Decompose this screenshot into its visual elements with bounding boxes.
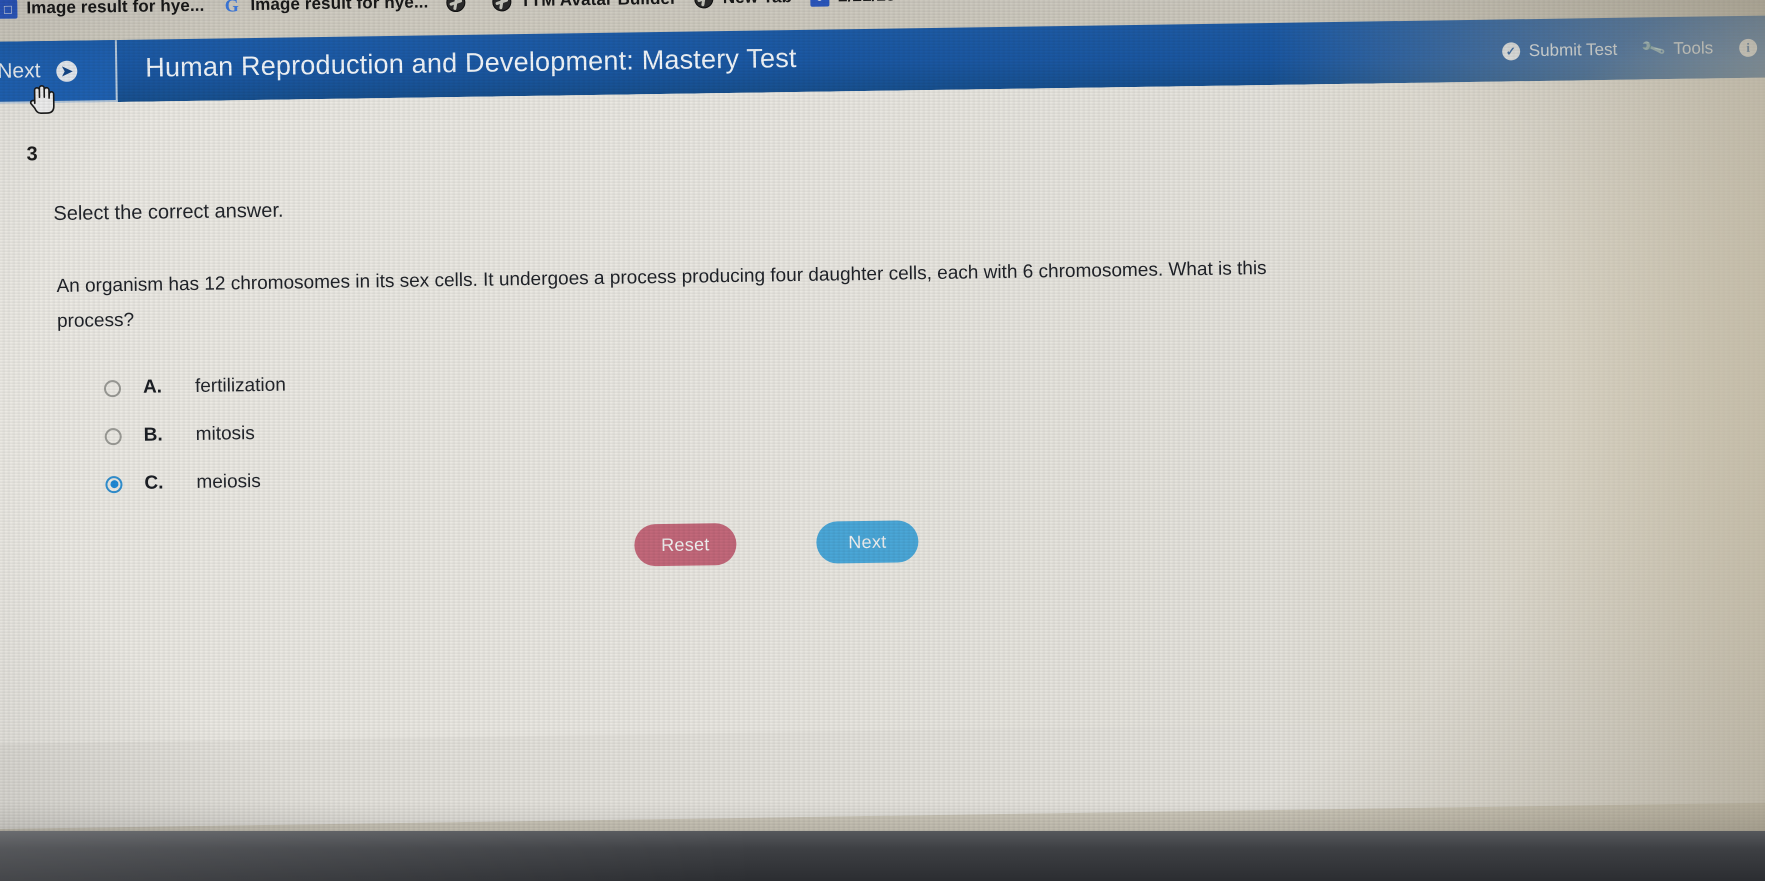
browser-tab-3[interactable]: TTM Avatar Builder xyxy=(488,0,691,22)
screen-contents: □ Image result for hye... G Image result… xyxy=(0,0,1765,829)
browser-tab-2[interactable] xyxy=(442,0,489,22)
info-circle-icon: i xyxy=(1739,38,1758,57)
answer-letter: C. xyxy=(144,472,164,494)
browser-tab-label: New Tab xyxy=(723,0,793,8)
answer-text: meiosis xyxy=(196,470,261,493)
question-actions: Reset Next xyxy=(634,520,919,567)
arrow-right-circle-icon: ➤ xyxy=(56,60,78,82)
google-g-icon: G xyxy=(224,0,240,15)
header-next-button[interactable]: Next ➤ xyxy=(0,40,118,104)
bezel-sheen xyxy=(0,831,760,881)
question-instruction: Select the correct answer. xyxy=(53,199,284,226)
browser-tab-label: Image result for hye... xyxy=(250,0,429,15)
answer-choice-c[interactable]: C. meiosis xyxy=(105,458,288,509)
radio-button-a[interactable] xyxy=(103,379,122,397)
tools-button[interactable]: 🔧 Tools xyxy=(1640,36,1714,62)
monitor-bezel xyxy=(0,831,1765,881)
browser-tab-5[interactable]: ● 2/21/23 xyxy=(806,0,910,17)
answer-letter: A. xyxy=(142,376,163,398)
answer-choices: A. fertilization B. mitosis C. meiosis xyxy=(103,362,288,509)
answer-text: fertilization xyxy=(194,374,286,397)
reset-button[interactable]: Reset xyxy=(634,522,737,567)
monitor-photo: □ Image result for hye... G Image result… xyxy=(0,0,1765,881)
browser-tab-label: Image result for hye... xyxy=(26,0,205,18)
radio-button-b[interactable] xyxy=(104,427,122,445)
globe-icon xyxy=(694,0,714,8)
test-content-area: 3 Select the correct answer. An organism… xyxy=(0,77,1765,829)
browser-tab-4[interactable]: New Tab xyxy=(690,0,806,19)
document-icon: ● xyxy=(809,0,830,7)
browser-tab-0[interactable]: □ Image result for hye... xyxy=(0,0,219,29)
globe-icon xyxy=(492,0,512,11)
generic-page-icon: □ xyxy=(0,0,18,19)
submit-test-label: Submit Test xyxy=(1528,39,1618,61)
info-button[interactable]: i xyxy=(1739,38,1758,57)
answer-letter: B. xyxy=(143,424,163,446)
tools-label: Tools xyxy=(1673,38,1714,58)
submit-test-button[interactable]: ✓ Submit Test xyxy=(1501,39,1618,62)
browser-tab-1[interactable]: G Image result for hye... xyxy=(218,0,443,26)
header-next-label: Next xyxy=(0,59,41,83)
globe-icon xyxy=(446,0,466,12)
header-actions: ✓ Submit Test 🔧 Tools i xyxy=(1501,36,1758,62)
check-circle-icon: ✓ xyxy=(1501,42,1520,61)
page-title: Human Reproduction and Development: Mast… xyxy=(145,42,797,83)
browser-tab-label: 2/21/23 xyxy=(838,0,896,6)
question-number: 3 xyxy=(26,143,38,166)
radio-button-c[interactable] xyxy=(105,475,123,493)
wrench-icon: 🔧 xyxy=(1639,35,1668,62)
next-button[interactable]: Next xyxy=(816,520,919,564)
answer-text: mitosis xyxy=(195,423,255,445)
browser-tabs: □ Image result for hye... G Image result… xyxy=(0,0,910,30)
answer-choice-b[interactable]: B. mitosis xyxy=(104,410,287,461)
answer-choice-a[interactable]: A. fertilization xyxy=(103,362,287,413)
browser-tab-label: TTM Avatar Builder xyxy=(520,0,677,11)
